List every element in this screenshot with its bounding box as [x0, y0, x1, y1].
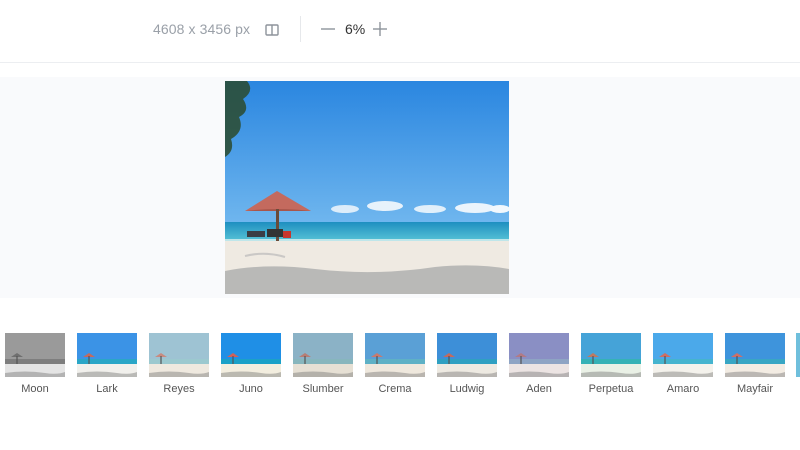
filter-thumbnail [365, 333, 425, 377]
filter-label: Amaro [666, 383, 700, 395]
filter-label: Moon [21, 383, 49, 395]
filter-thumbnail [437, 333, 497, 377]
filter-thumbnail [725, 333, 785, 377]
filter-thumbnail [581, 333, 641, 377]
filter-thumbnail [5, 333, 65, 377]
filter-label: Reyes [163, 383, 195, 395]
zoom-level: 6% [345, 21, 366, 37]
filter-mayfair[interactable]: Mayfair [725, 333, 785, 395]
filter-label: Ludwig [449, 383, 485, 395]
filter-aden[interactable]: Aden [509, 333, 569, 395]
toolbar-divider [300, 16, 301, 42]
filter-label: Slumber [302, 383, 344, 395]
filter-perpetua[interactable]: Perpetua [581, 333, 641, 395]
filter-slumber[interactable]: Slumber [293, 333, 353, 395]
filter-thumbnail [509, 333, 569, 377]
filter-reyes[interactable]: Reyes [149, 333, 209, 395]
image-dimensions: 4608 x 3456 px [153, 21, 251, 37]
filter-crema[interactable]: Crema [365, 333, 425, 395]
filter-lark[interactable]: Lark [77, 333, 137, 395]
filter-moon[interactable]: Moon [5, 333, 65, 395]
filter-label: Crema [378, 383, 412, 395]
editor-toolbar: 4608 x 3456 px 6% [0, 0, 800, 63]
filter-thumbnail [77, 333, 137, 377]
compare-split-icon[interactable] [264, 22, 280, 38]
minus-icon [321, 28, 335, 30]
filter-label: Mayfair [736, 383, 774, 395]
filter-ludwig[interactable]: Ludwig [437, 333, 497, 395]
filter-strip: Moon Lark Reyes Juno Slumber Crema Ludwi… [0, 333, 800, 403]
filter-juno[interactable]: Juno [221, 333, 281, 395]
filter-label: Juno [239, 383, 263, 395]
beach-umbrella-photo [225, 81, 510, 294]
filter-label: Lark [96, 383, 118, 395]
filter-next-partial[interactable] [796, 333, 800, 377]
zoom-in-button[interactable] [372, 21, 388, 37]
filter-thumbnail [653, 333, 713, 377]
filter-thumbnail [221, 333, 281, 377]
filter-label: Perpetua [588, 383, 634, 395]
filter-amaro[interactable]: Amaro [653, 333, 713, 395]
filter-thumbnail [149, 333, 209, 377]
filter-label: Aden [526, 383, 552, 395]
plus-icon [373, 22, 387, 36]
filter-thumbnail [293, 333, 353, 377]
zoom-out-button[interactable] [320, 21, 336, 37]
